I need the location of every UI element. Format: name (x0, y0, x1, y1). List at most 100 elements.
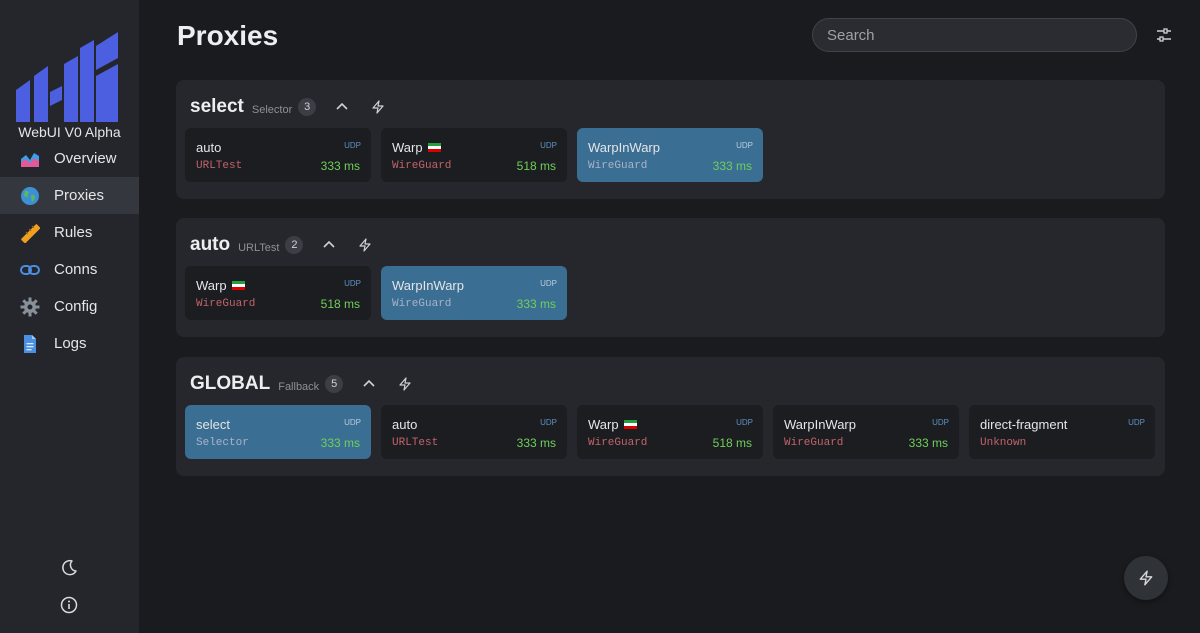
proxy-card[interactable]: auto URLTest UDP 333 ms (185, 128, 371, 182)
proxy-type: WireGuard (196, 298, 256, 310)
group-name: select (190, 96, 244, 117)
sidebar-item-rules[interactable]: Rules (0, 214, 139, 251)
search-input[interactable] (812, 18, 1137, 52)
proxy-card-selected[interactable]: select Selector UDP 333 ms (185, 405, 371, 459)
link-icon (20, 260, 40, 280)
proxy-name-text: auto (196, 140, 222, 155)
proxy-type: WireGuard (588, 437, 648, 449)
udp-badge: UDP (540, 418, 557, 427)
proxy-delay: 333 ms (516, 436, 556, 450)
proxy-name-text: select (196, 417, 230, 432)
udp-badge: UDP (540, 141, 557, 150)
proxy-card[interactable]: WarpInWarp WireGuard UDP 333 ms (773, 405, 959, 459)
proxy-group-auto: auto URLTest 2 Warp WireGuard UDP 518 ms… (176, 218, 1165, 337)
proxy-card[interactable]: direct-fragment Unknown UDP (969, 405, 1155, 459)
chevron-up-icon[interactable] (361, 376, 377, 392)
proxy-delay: 333 ms (712, 159, 752, 173)
bolt-icon[interactable] (357, 237, 373, 253)
proxy-delay: 333 ms (320, 436, 360, 450)
main-content: Proxies select Selector 3 auto URLTest U… (139, 0, 1200, 633)
proxy-name: auto (196, 140, 221, 155)
sidebar-item-label: Rules (54, 224, 93, 241)
proxy-delay: 333 ms (320, 159, 360, 173)
sidebar-item-label: Proxies (54, 187, 105, 204)
sidebar-item-conns[interactable]: Conns (0, 251, 139, 288)
proxy-name-text: Warp (392, 140, 423, 155)
bolt-icon (1139, 570, 1153, 586)
moon-icon[interactable] (59, 558, 79, 578)
bolt-icon[interactable] (370, 99, 386, 115)
bolt-icon[interactable] (397, 376, 413, 392)
gear-icon (20, 297, 40, 317)
proxy-name: Warp (196, 278, 245, 293)
proxy-delay: 518 ms (516, 159, 556, 173)
udp-badge: UDP (540, 279, 557, 288)
proxy-card[interactable]: Warp WireGuard UDP 518 ms (381, 128, 567, 182)
sidebar-item-label: Logs (54, 335, 87, 352)
proxy-name: direct-fragment (980, 417, 1067, 432)
proxy-type: WireGuard (392, 160, 452, 172)
iran-flag-icon (623, 420, 637, 429)
speed-test-fab[interactable] (1124, 556, 1168, 600)
proxy-name: WarpInWarp (588, 140, 660, 155)
iran-flag-icon (231, 281, 245, 290)
proxy-type: WireGuard (392, 298, 452, 310)
proxy-name: Warp (588, 417, 637, 432)
group-type: URLTest (238, 242, 280, 254)
proxy-name-text: auto (392, 417, 418, 432)
proxy-group-select: select Selector 3 auto URLTest UDP 333 m… (176, 80, 1165, 199)
sidebar-item-logs[interactable]: Logs (0, 325, 139, 362)
proxy-card[interactable]: Warp WireGuard UDP 518 ms (577, 405, 763, 459)
proxy-card[interactable]: auto URLTest UDP 333 ms (381, 405, 567, 459)
proxy-name-text: Warp (196, 278, 227, 293)
globe-icon (20, 186, 40, 206)
group-count-badge: 5 (325, 375, 344, 393)
proxy-type: Selector (196, 437, 249, 449)
sidebar-item-label: Config (54, 298, 98, 315)
udp-badge: UDP (736, 141, 753, 150)
proxy-type: WireGuard (588, 160, 648, 172)
logo-icon (16, 32, 118, 122)
info-icon[interactable] (59, 595, 79, 615)
proxy-card[interactable]: Warp WireGuard UDP 518 ms (185, 266, 371, 320)
udp-badge: UDP (932, 418, 949, 427)
chevron-up-icon[interactable] (321, 237, 337, 253)
proxy-card-selected[interactable]: WarpInWarp WireGuard UDP 333 ms (381, 266, 567, 320)
proxy-delay: 333 ms (908, 436, 948, 450)
group-count-badge: 3 (298, 98, 317, 116)
page-title: Proxies (177, 20, 279, 51)
group-name: auto (190, 234, 231, 255)
udp-badge: UDP (1128, 418, 1145, 427)
proxy-name-text: WarpInWarp (588, 140, 660, 155)
proxy-name: Warp (392, 140, 441, 155)
proxy-type: WireGuard (784, 437, 844, 449)
proxy-group-global: GLOBAL Fallback 5 select Selector UDP 33… (176, 357, 1165, 476)
udp-badge: UDP (344, 279, 361, 288)
proxy-type: URLTest (196, 160, 243, 172)
brand-label: WebUI V0 Alpha (18, 124, 121, 140)
sidebar-nav: Overview Proxies Rules Conns Config Logs (0, 140, 139, 362)
proxy-name-text: direct-fragment (980, 417, 1068, 432)
sidebar-item-proxies[interactable]: Proxies (0, 177, 139, 214)
udp-badge: UDP (736, 418, 753, 427)
proxy-card-selected[interactable]: WarpInWarp WireGuard UDP 333 ms (577, 128, 763, 182)
sidebar-item-config[interactable]: Config (0, 288, 139, 325)
proxy-type: URLTest (392, 437, 439, 449)
proxy-delay: 333 ms (516, 297, 556, 311)
proxy-name-text: Warp (588, 417, 619, 432)
proxy-delay: 518 ms (712, 436, 752, 450)
group-name: GLOBAL (190, 373, 271, 394)
chart-area-icon (20, 149, 40, 169)
proxy-name: WarpInWarp (392, 278, 464, 293)
settings-sliders-icon[interactable] (1155, 26, 1173, 44)
sidebar-item-label: Overview (54, 150, 117, 167)
group-type: Selector (251, 104, 293, 116)
sidebar-item-overview[interactable]: Overview (0, 140, 139, 177)
proxy-name: WarpInWarp (784, 417, 856, 432)
proxy-name: auto (392, 417, 417, 432)
chevron-up-icon[interactable] (334, 99, 350, 115)
group-type: Fallback (278, 381, 320, 393)
proxy-name: select (196, 417, 230, 432)
sidebar-item-label: Conns (54, 261, 98, 278)
proxy-name-text: WarpInWarp (392, 278, 464, 293)
